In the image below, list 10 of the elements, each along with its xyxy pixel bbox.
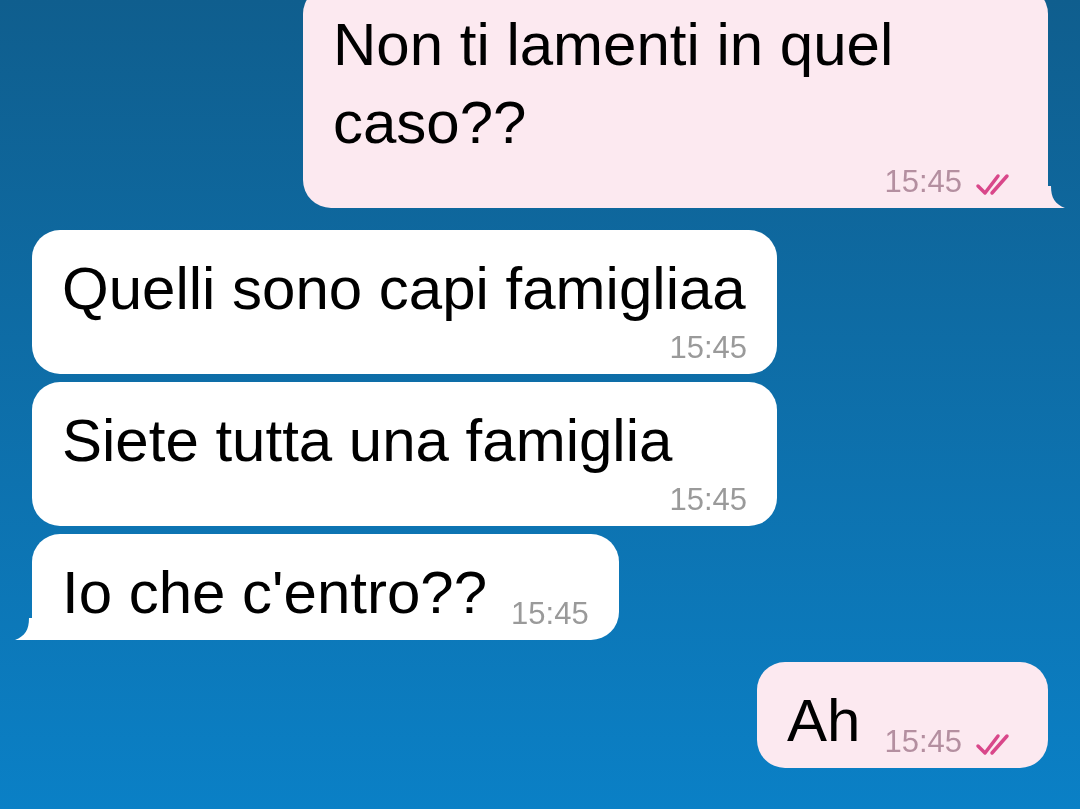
- message-text: Io che c'entro??: [62, 558, 488, 628]
- message-time: 15:45: [884, 723, 962, 761]
- message-time: 15:45: [511, 595, 589, 633]
- message-text: Ah: [787, 686, 861, 756]
- message-time: 15:45: [669, 329, 747, 367]
- message-text: Non ti lamenti in quel caso??: [333, 10, 895, 158]
- message-text: Quelli sono capi famigliaa: [62, 254, 746, 324]
- message-time: 15:45: [669, 481, 747, 519]
- message-time: 15:45: [884, 163, 962, 201]
- message-text: Siete tutta una famiglia: [62, 406, 673, 476]
